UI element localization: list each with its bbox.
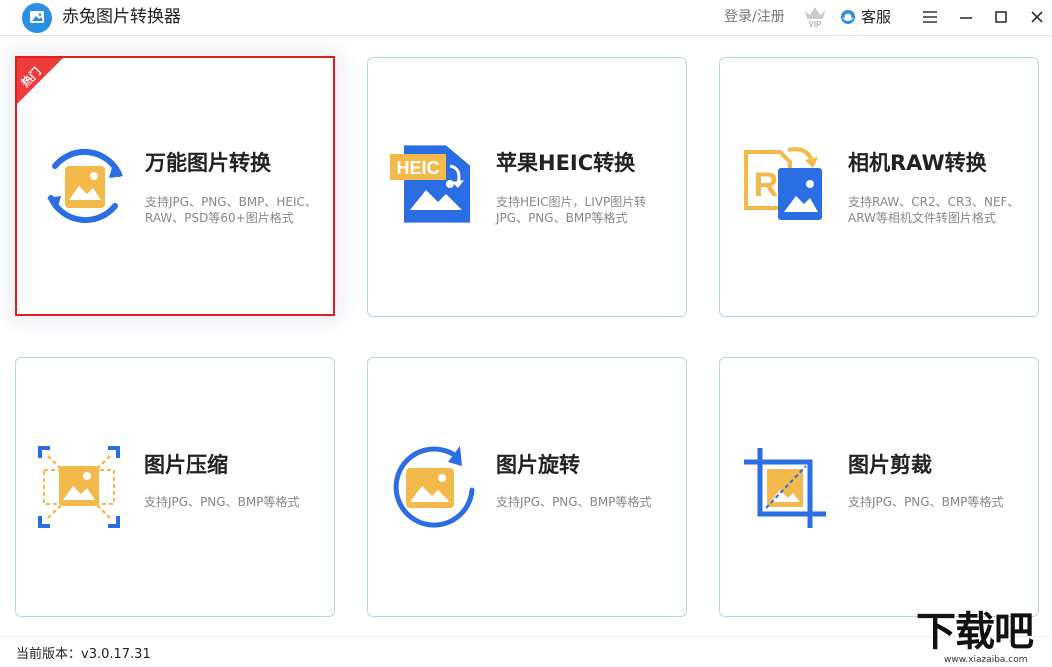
card-title: 图片剪裁 <box>848 452 932 478</box>
raw-convert-icon: R <box>740 144 836 230</box>
app-logo-icon <box>22 3 52 33</box>
minimize-icon <box>955 6 977 28</box>
card-description: 支持JPG、PNG、BMP等格式 <box>848 494 1030 510</box>
heic-convert-icon: HEIC <box>388 144 484 230</box>
close-icon <box>1026 6 1048 28</box>
image-crop-icon <box>740 444 836 530</box>
card-title: 图片旋转 <box>496 452 580 478</box>
card-universal-convert[interactable]: 热门 万能图片转换 支持JPG、PNG、BMP、HEIC、RAW、PSD等60+… <box>15 56 335 316</box>
customer-service-label: 客服 <box>861 8 891 26</box>
hot-badge: 热门 <box>17 58 73 114</box>
card-image-crop[interactable]: 图片剪裁 支持JPG、PNG、BMP等格式 <box>719 357 1039 617</box>
app-title: 赤兔图片转换器 <box>62 6 181 28</box>
card-heic-convert[interactable]: HEIC 苹果HEIC转换 支持HEIC图片，LIVP图片转JPG、PNG、BM… <box>367 57 687 317</box>
minimize-button[interactable] <box>955 6 977 28</box>
card-title: 万能图片转换 <box>145 150 271 176</box>
svg-text:R: R <box>754 166 779 204</box>
image-rotate-icon <box>388 444 484 530</box>
menu-button[interactable] <box>919 6 941 28</box>
hamburger-menu-icon <box>919 6 941 28</box>
login-register-link[interactable]: 登录/注册 <box>724 8 785 26</box>
watermark-text: 下载吧 <box>916 610 1033 654</box>
maximize-icon <box>990 6 1012 28</box>
status-bar: 当前版本：v3.0.17.31 下载吧 www.xiazaiba.com <box>0 636 1052 667</box>
card-description: 支持JPG、PNG、BMP等格式 <box>496 494 678 510</box>
maximize-button[interactable] <box>990 6 1012 28</box>
vip-crown-icon[interactable]: VIP <box>802 3 828 29</box>
svg-text:HEIC: HEIC <box>396 158 439 178</box>
title-bar: 赤兔图片转换器 登录/注册 VIP 客服 <box>0 0 1052 36</box>
svg-text:VIP: VIP <box>809 20 823 29</box>
card-title: 相机RAW转换 <box>848 150 987 176</box>
card-image-compress[interactable]: 图片压缩 支持JPG、PNG、BMP等格式 <box>15 357 335 617</box>
card-title: 图片压缩 <box>144 452 228 478</box>
watermark-logo: 下载吧 www.xiazaiba.com <box>914 637 1050 667</box>
image-compress-icon <box>36 444 132 530</box>
card-title: 苹果HEIC转换 <box>496 150 635 176</box>
card-description: 支持JPG、PNG、BMP等格式 <box>144 494 326 510</box>
card-description: 支持RAW、CR2、CR3、NEF、ARW等相机文件转图片格式 <box>848 194 1030 226</box>
version-label: 当前版本：v3.0.17.31 <box>16 643 151 662</box>
close-button[interactable] <box>1026 6 1048 28</box>
card-raw-convert[interactable]: R 相机RAW转换 支持RAW、CR2、CR3、NEF、ARW等相机文件转图片格… <box>719 57 1039 317</box>
image-convert-icon <box>37 144 133 230</box>
watermark-url: www.xiazaiba.com <box>944 655 1028 665</box>
card-image-rotate[interactable]: 图片旋转 支持JPG、PNG、BMP等格式 <box>367 357 687 617</box>
card-description: 支持HEIC图片，LIVP图片转JPG、PNG、BMP等格式 <box>496 194 678 226</box>
card-description: 支持JPG、PNG、BMP、HEIC、RAW、PSD等60+图片格式 <box>145 194 327 226</box>
customer-service-icon <box>840 9 856 25</box>
